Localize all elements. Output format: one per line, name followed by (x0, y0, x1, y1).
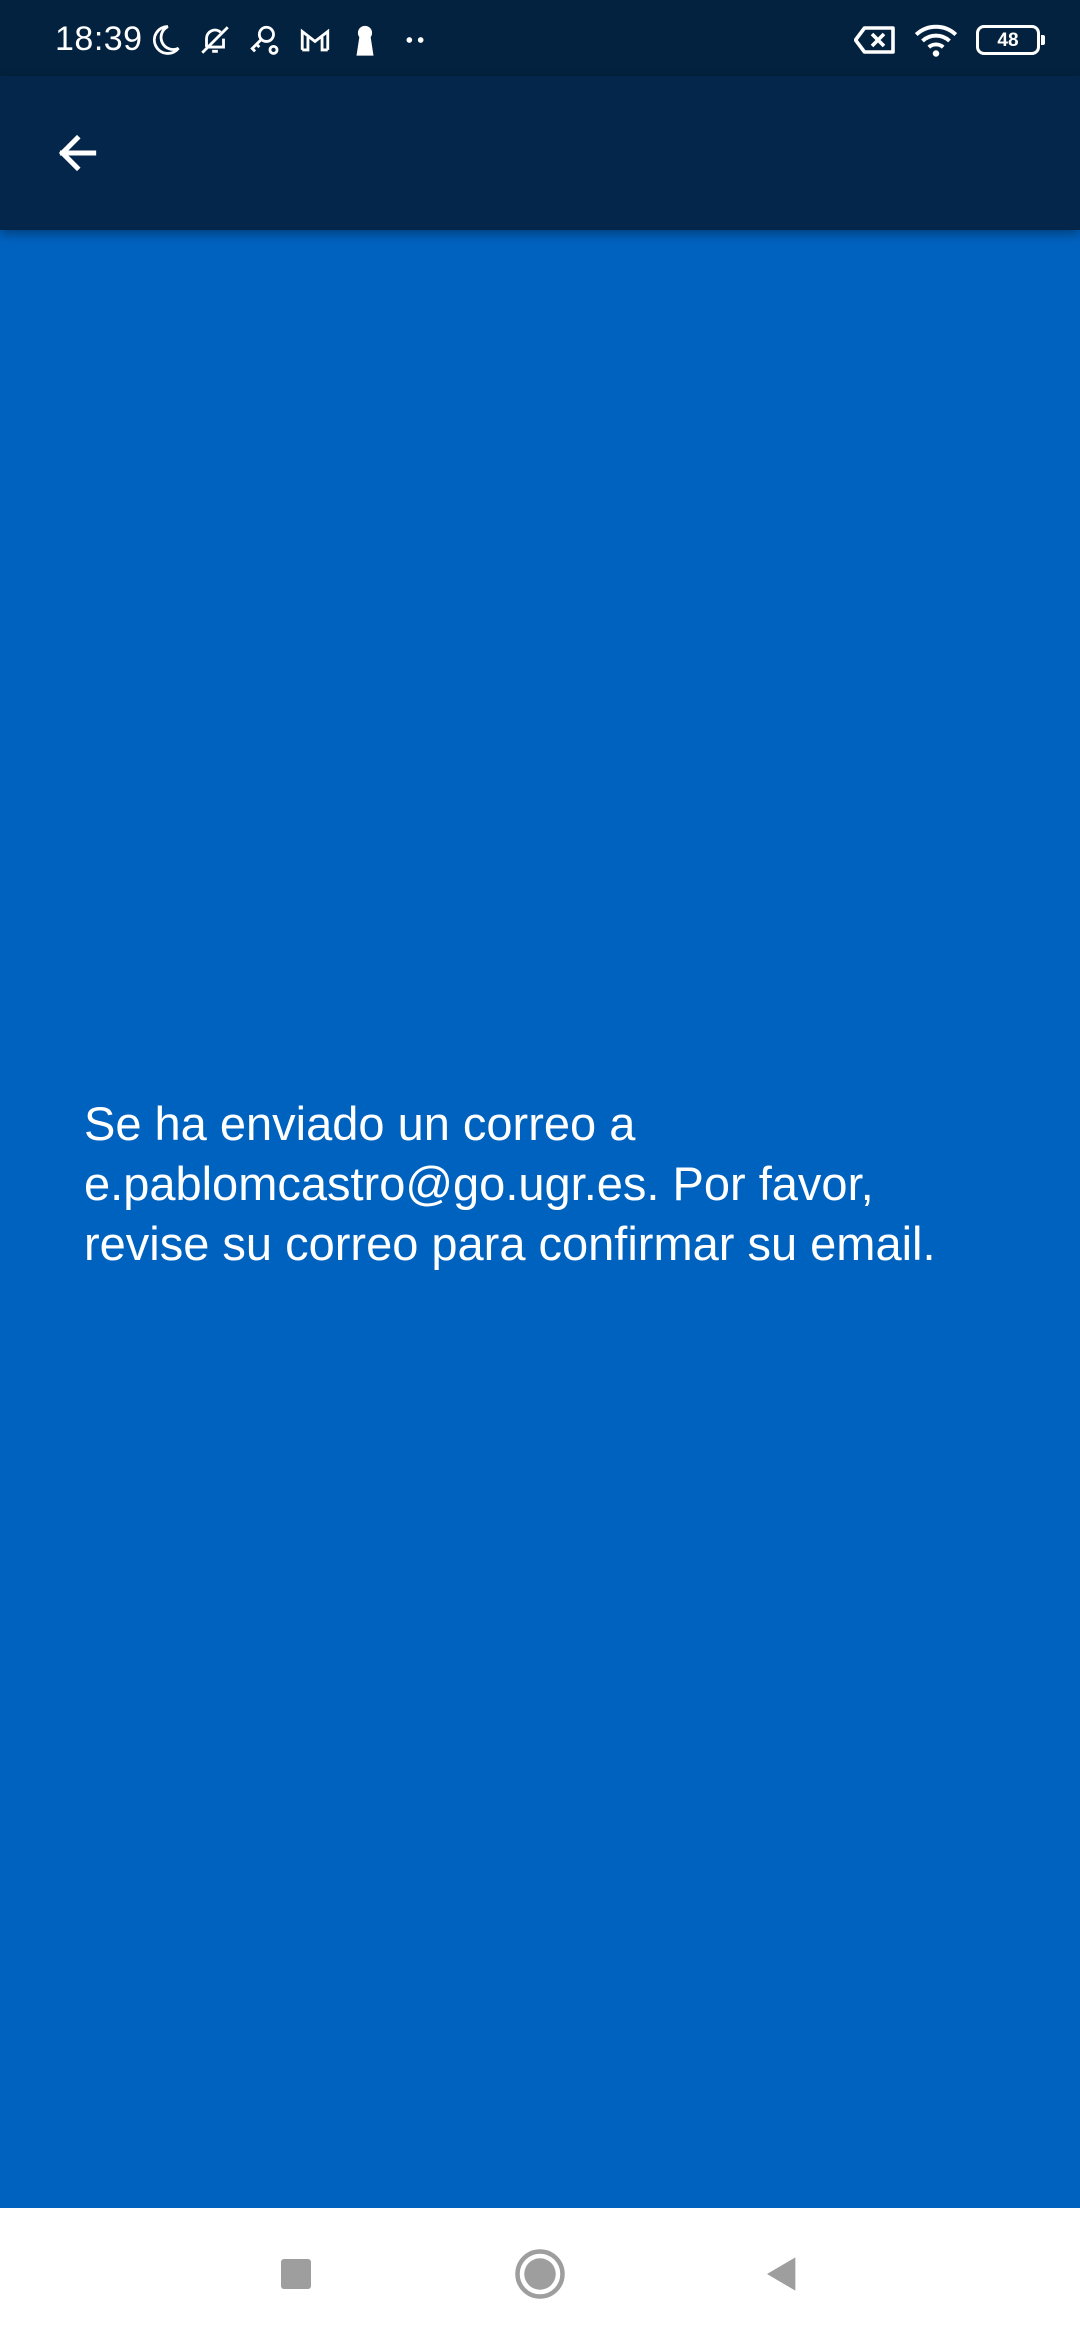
moon-icon (145, 20, 185, 60)
system-navigation-bar (0, 2208, 1080, 2340)
triangle-back-icon (767, 2257, 796, 2291)
status-time: 18:39 (55, 20, 143, 58)
notification-icons (145, 20, 445, 60)
system-icons: 48 (836, 18, 1045, 62)
confirmation-message: Se ha enviado un correo a e.pablomcastro… (84, 1097, 936, 1270)
circle-icon (515, 2249, 565, 2299)
back-button[interactable] (38, 114, 116, 192)
nav-back-button[interactable] (752, 2244, 812, 2304)
arrow-left-icon (58, 134, 97, 172)
home-button[interactable] (510, 2244, 570, 2304)
bell-off-icon (195, 20, 235, 60)
keyhole-icon (345, 20, 385, 60)
battery-icon: 48 (976, 25, 1045, 55)
recents-button[interactable] (266, 2244, 326, 2304)
gmail-icon (295, 20, 335, 60)
data-off-icon (854, 24, 896, 56)
app-bar (0, 76, 1080, 230)
status-bar: 18:39 48 (0, 0, 1080, 76)
battery-level: 48 (997, 29, 1019, 51)
more-dots-icon (395, 20, 435, 60)
battery-indicator: 48 (976, 25, 1045, 55)
square-icon (281, 2259, 311, 2289)
key-icon (245, 20, 285, 60)
wifi-icon (914, 22, 958, 58)
